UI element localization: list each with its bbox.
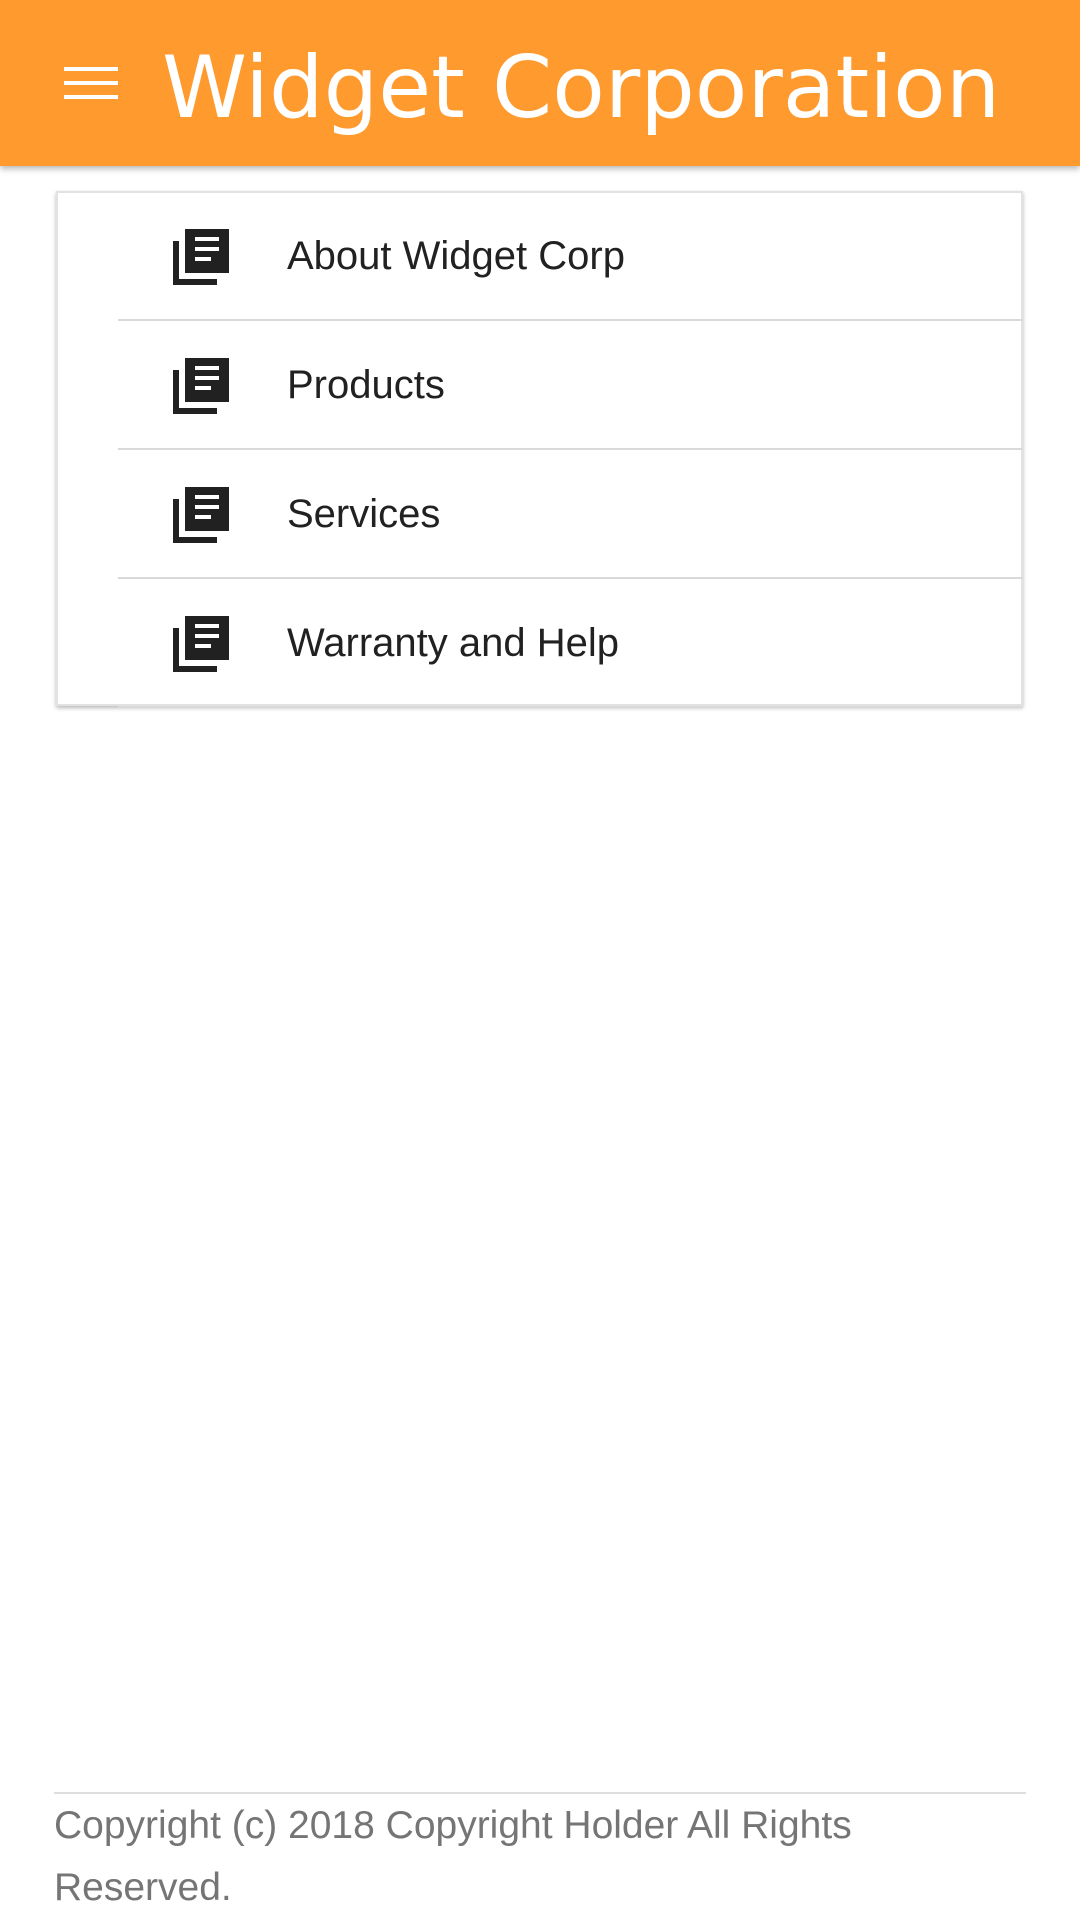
app-bar: Widget Corporation (0, 0, 1080, 166)
nav-item-warranty-and-help[interactable]: Warranty and Help (58, 580, 1023, 708)
divider (118, 706, 1023, 708)
nav-item-label: Warranty and Help (287, 621, 619, 665)
menu-button[interactable] (54, 53, 126, 113)
footer-divider (54, 1792, 1026, 1794)
footer-copyright: Copyright (c) 2018 Copyright Holder All … (54, 1804, 852, 1909)
nav-item-label: About Widget Corp (287, 234, 625, 278)
nav-item-products[interactable]: Products (58, 322, 1023, 450)
nav-item-label: Products (287, 363, 445, 407)
library-books-icon (171, 356, 231, 416)
divider (118, 448, 1023, 450)
nav-item-services[interactable]: Services (58, 451, 1023, 579)
nav-item-about[interactable]: About Widget Corp (58, 193, 1023, 321)
library-books-icon (171, 227, 231, 287)
divider (118, 577, 1023, 579)
library-books-icon (171, 485, 231, 545)
nav-item-label: Services (287, 492, 441, 536)
hamburger-menu-icon (64, 67, 118, 99)
library-books-icon (171, 614, 231, 674)
nav-menu-card: About Widget Corp Products Services Warr… (56, 191, 1023, 708)
divider (118, 319, 1023, 321)
app-title: Widget Corporation (162, 38, 1001, 138)
